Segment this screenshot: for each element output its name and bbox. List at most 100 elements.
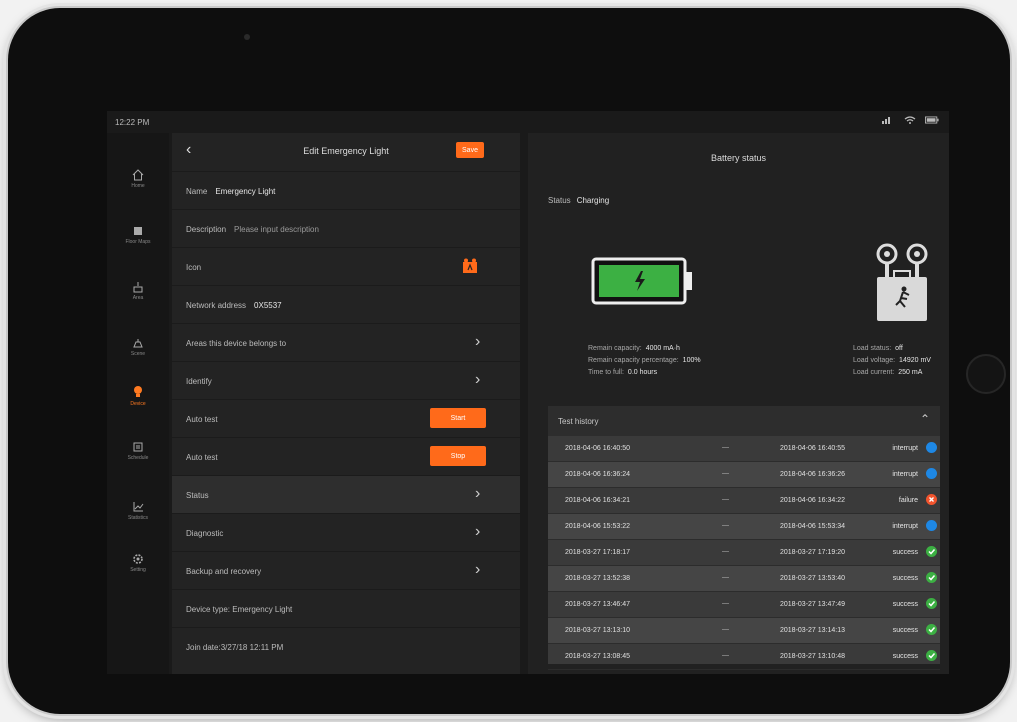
nav-item-scene[interactable]: Scene (107, 337, 169, 377)
test-start-time: 2018-04-06 16:34:21 (565, 497, 630, 504)
panel-title: Battery status (710, 153, 767, 163)
wifi-icon (904, 116, 916, 124)
icon-row[interactable]: Icon (172, 247, 520, 286)
test-history-row: 2018-04-06 16:34:21 — 2018-04-06 16:34:22 f… (548, 488, 940, 514)
test-history-row: 2018-03-27 13:13:10 — 2018-03-27 13:14:13 s… (548, 618, 940, 644)
test-end-time: 2018-03-27 13:14:13 (780, 627, 845, 634)
areas-label: Areas this device belongs to (186, 339, 287, 348)
result-ok-icon (926, 624, 937, 635)
screen: 12:22 PM Home Floor Maps Area Scene Devi… (107, 111, 949, 674)
test-history-header[interactable]: Test history ⌃ (548, 406, 940, 436)
load-status-label: Load status: (853, 345, 892, 352)
nav-item-statistics[interactable]: Statistics (107, 501, 169, 541)
name-label: Name (186, 187, 208, 196)
battery-status-icon (925, 116, 939, 124)
status-row[interactable]: Status › (172, 475, 520, 514)
test-history-row: 2018-03-27 17:18:17 — 2018-03-27 17:19:20 s… (548, 540, 940, 566)
network-address-label: Network address (186, 301, 247, 310)
range-separator: — (722, 522, 729, 529)
chevron-right-icon: › (475, 371, 481, 388)
remain-percentage-label: Remain capacity percentage: (588, 357, 679, 364)
range-separator: — (722, 444, 729, 451)
test-result: interrupt (892, 445, 918, 452)
name-field[interactable]: Emergency Light (215, 187, 275, 196)
stop-test-button[interactable]: Stop (430, 446, 486, 466)
nav-item-setting[interactable]: Setting (107, 553, 169, 593)
chevron-right-icon: › (475, 561, 481, 578)
remain-capacity-value: 4000 mA·h (645, 345, 680, 352)
test-end-time: 2018-04-06 16:34:22 (780, 497, 845, 504)
home-icon (132, 169, 144, 181)
test-end-time: 2018-04-06 16:36:26 (780, 471, 845, 478)
start-test-button[interactable]: Start (430, 408, 486, 428)
result-ok-icon (926, 598, 937, 609)
bulb-icon (134, 386, 142, 397)
name-row[interactable]: Name Emergency Light (172, 171, 520, 210)
test-history-title: Test history (558, 417, 599, 426)
chevron-up-icon[interactable]: ⌃ (920, 412, 930, 426)
network-address-value: 0X5537 (254, 301, 282, 310)
range-separator: — (722, 470, 729, 477)
test-history-row: 2018-04-06 15:53:22 — 2018-04-06 15:53:34 i… (548, 514, 940, 540)
nav-item-home[interactable]: Home (107, 169, 169, 209)
result-info-icon (926, 520, 937, 531)
test-result: success (892, 575, 918, 582)
chevron-right-icon: › (475, 333, 481, 350)
range-separator: — (722, 600, 729, 607)
range-separator: — (722, 652, 729, 659)
backup-row[interactable]: Backup and recovery › (172, 551, 520, 590)
status-label: Status (548, 196, 571, 205)
schedule-icon (133, 442, 143, 452)
load-stats: Load status: off Load voltage: 14920 mV Lo… (853, 343, 931, 379)
battery-icon (591, 257, 692, 305)
result-info-icon (926, 442, 937, 453)
result-ok-icon (926, 546, 937, 557)
battery-status-panel: Battery status Status Charging Remain ca… (528, 133, 949, 674)
chevron-right-icon: › (475, 523, 481, 540)
test-start-time: 2018-03-27 13:52:38 (565, 575, 630, 582)
nav-item-area[interactable]: Area (107, 281, 169, 321)
areas-row[interactable]: Areas this device belongs to › (172, 323, 520, 362)
test-history-row: 2018-04-06 16:36:24 — 2018-04-06 16:36:26 i… (548, 462, 940, 488)
test-history-list: 2018-04-06 16:40:50 — 2018-04-06 16:40:55 i… (548, 436, 940, 670)
test-result: success (892, 627, 918, 634)
nav-label: Schedule (127, 455, 149, 461)
test-end-time: 2018-03-27 13:10:48 (780, 653, 845, 660)
test-result: failure (898, 497, 918, 504)
gear-icon (133, 554, 143, 564)
range-separator: — (722, 574, 729, 581)
charging-status: Status Charging (548, 196, 609, 205)
edit-device-panel: ‹ Edit Emergency Light Save Name Emergenc… (172, 133, 520, 674)
test-history-row: 2018-04-06 16:40:50 — 2018-04-06 16:40:55 i… (548, 436, 940, 462)
nav-item-floor-maps[interactable]: Floor Maps (107, 225, 169, 265)
test-start-time: 2018-04-06 16:36:24 (565, 471, 630, 478)
description-field[interactable]: Please input description (234, 225, 319, 234)
save-button[interactable]: Save (456, 142, 484, 158)
remain-percentage-value: 100% (682, 357, 701, 364)
diagnostic-label: Diagnostic (186, 529, 224, 538)
nav-item-device[interactable]: Device (107, 385, 169, 425)
test-result: interrupt (892, 471, 918, 478)
result-error-icon (926, 494, 937, 505)
join-date-row: Join date:3/27/18 12:11 PM (172, 627, 520, 666)
home-button[interactable] (966, 354, 1006, 394)
test-start-time: 2018-04-06 15:53:22 (565, 523, 630, 530)
test-start-time: 2018-04-06 16:40:50 (565, 445, 630, 452)
nav-label: Scene (130, 351, 146, 357)
nav-label: Home (131, 183, 145, 189)
test-end-time: 2018-03-27 17:19:20 (780, 549, 845, 556)
time-to-full-label: Time to full: (588, 369, 624, 376)
identify-row[interactable]: Identify › (172, 361, 520, 400)
signal-icon (882, 117, 890, 124)
nav-label: Statistics (127, 515, 148, 521)
emergency-light-device-icon[interactable] (462, 258, 478, 274)
auto-test-label: Auto test (186, 453, 218, 462)
nav-item-schedule[interactable]: Schedule (107, 441, 169, 481)
edit-header: ‹ Edit Emergency Light Save (172, 133, 520, 171)
device-type-row: Device type: Emergency Light (172, 589, 520, 628)
clock: 12:22 PM (115, 118, 150, 127)
description-row[interactable]: Description Please input description (172, 209, 520, 248)
range-separator: — (722, 496, 729, 503)
diagnostic-row[interactable]: Diagnostic › (172, 513, 520, 552)
auto-test-start-row: Auto test Start (172, 399, 520, 438)
